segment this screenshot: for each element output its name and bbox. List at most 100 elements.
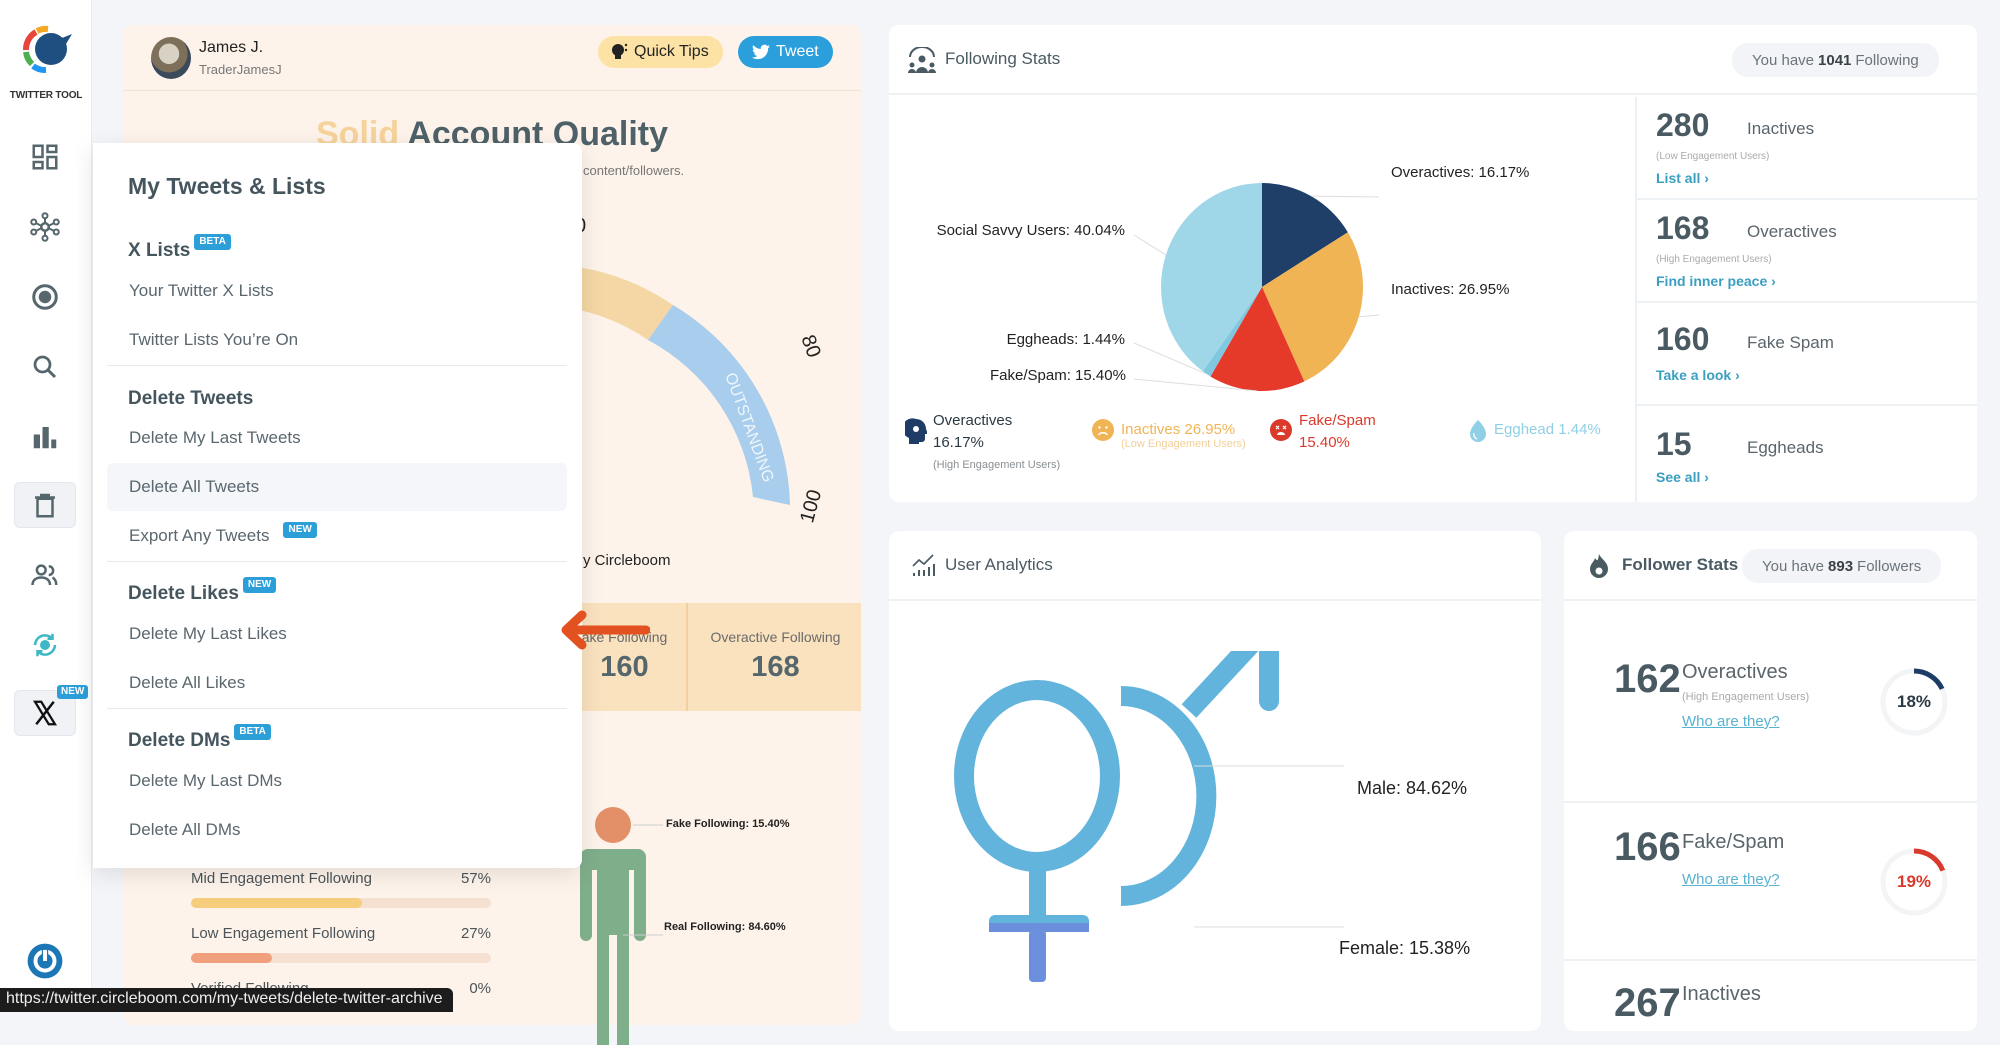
follower-row-inactives: 267 Inactives xyxy=(1564,961,1977,1031)
user-analytics-header: User Analytics xyxy=(889,531,1541,601)
female-label: Female: 15.38% xyxy=(1339,938,1471,958)
menu-item-your-x-lists[interactable]: Your Twitter X Lists xyxy=(107,267,567,315)
avatar[interactable] xyxy=(151,37,191,79)
menu-item-delete-all-tweets[interactable]: Delete All Tweets xyxy=(107,463,567,511)
take-a-look-link[interactable]: Take a look › xyxy=(1656,367,1740,383)
count-number: 168 xyxy=(1656,210,1710,246)
bar-percent: 0% xyxy=(469,980,491,997)
target-icon xyxy=(32,284,58,310)
stat-label: Overactive Following xyxy=(710,629,841,645)
following-count-eggheads: 15 Eggheads See all › xyxy=(1635,406,1977,502)
bar-track xyxy=(191,898,491,908)
menu-section-delete-dms: Delete DMs BETA xyxy=(128,724,271,752)
bar-chart-icon xyxy=(33,427,57,449)
circleboom-logo-icon[interactable] xyxy=(18,22,74,78)
twitter-bird-icon xyxy=(752,44,770,60)
legend-inactives: Inactives 26.95% (Low Engagement Users) xyxy=(1121,421,1246,450)
sidebar-item-users[interactable] xyxy=(14,552,76,598)
dashboard-icon xyxy=(32,144,58,170)
count-sub: (Low Engagement Users) xyxy=(1656,151,1770,162)
bar-track xyxy=(191,953,491,963)
dead-face-icon xyxy=(1270,419,1292,441)
status-bar-url: https://twitter.circleboom.com/my-tweets… xyxy=(0,988,453,1012)
find-inner-peace-link[interactable]: Find inner peace › xyxy=(1656,273,1776,289)
legend-eggheads: Egghead 1.44% xyxy=(1494,421,1601,438)
legend-value: 16.17% xyxy=(933,434,984,451)
account-header: James J. TraderJamesJ Quick Tips Tweet xyxy=(123,25,861,91)
menu-divider xyxy=(107,365,567,366)
bar-percent: 57% xyxy=(460,870,491,887)
who-are-they-link[interactable]: Who are they? xyxy=(1682,713,1780,730)
count-name: Inactives xyxy=(1747,119,1815,138)
pie-leader-line xyxy=(1133,234,1167,256)
menu-item-delete-last-tweets[interactable]: Delete My Last Tweets xyxy=(107,414,567,462)
follower-count: 893 xyxy=(1828,557,1854,575)
count-name: Eggheads xyxy=(1747,438,1824,457)
pie-label-fake-spam: Fake/Spam: 15.40% xyxy=(990,367,1126,384)
legend-fake-spam: Fake/Spam 15.40% xyxy=(1299,410,1376,454)
menu-item-delete-all-likes[interactable]: Delete All Likes xyxy=(107,659,567,707)
gauge-caption: y Circleboom xyxy=(583,552,671,569)
power-icon[interactable] xyxy=(26,942,64,980)
count-number: 160 xyxy=(1656,321,1710,357)
following-count-inactives: 280 Inactives (Low Engagement Users) Lis… xyxy=(1635,97,1977,200)
pill-prefix: You have xyxy=(1762,557,1825,575)
menu-section-delete-likes: Delete Likes NEW xyxy=(128,577,277,605)
my-tweets-lists-menu: My Tweets & Lists X Lists BETA Your Twitt… xyxy=(93,143,650,868)
sidebar-item-scheduler[interactable] xyxy=(14,622,76,668)
pie-label-inactives: Inactives: 26.95% xyxy=(1391,281,1510,298)
section-title: Delete Likes xyxy=(128,583,239,604)
list-all-link[interactable]: List all › xyxy=(1656,170,1709,186)
following-stats-title: Following Stats xyxy=(945,49,1061,68)
sidebar-item-target[interactable] xyxy=(14,274,76,320)
logo-text: TWITTER TOOL xyxy=(9,90,83,101)
follower-sub: (High Engagement Users) xyxy=(1682,691,1810,703)
menu-item-delete-all-dms[interactable]: Delete All DMs xyxy=(107,806,567,854)
count-name: Fake Spam xyxy=(1747,333,1834,352)
gender-symbol xyxy=(954,651,1344,982)
quick-tips-button[interactable]: Quick Tips xyxy=(598,36,723,68)
bar-label: Low Engagement Following xyxy=(191,925,376,942)
menu-item-export-tweets[interactable]: Export Any Tweets NEW xyxy=(107,512,567,560)
user-name: James J. xyxy=(199,39,264,56)
ring-percent: 19% xyxy=(1896,872,1932,891)
following-group-icon xyxy=(908,47,936,73)
network-icon xyxy=(30,212,60,242)
see-all-link[interactable]: See all › xyxy=(1656,469,1709,485)
follower-stats-card: Follower Stats You have 893 Followers 162 … xyxy=(1564,531,1977,1031)
fire-icon xyxy=(1590,554,1608,578)
who-are-they-link[interactable]: Who are they? xyxy=(1682,871,1780,888)
follower-category: Overactives xyxy=(1682,661,1788,683)
search-icon xyxy=(33,355,57,379)
legend-sub: (High Engagement Users) xyxy=(933,459,1061,471)
sidebar-item-search[interactable] xyxy=(14,344,76,390)
section-title: X Lists xyxy=(128,240,191,261)
sidebar-item-delete[interactable] xyxy=(14,482,76,528)
new-badge: NEW xyxy=(283,522,317,538)
menu-item-lists-youre-on[interactable]: Twitter Lists You’re On xyxy=(107,316,567,364)
menu-item-delete-last-likes[interactable]: Delete My Last Likes xyxy=(107,610,567,658)
menu-item-delete-last-dms[interactable]: Delete My Last DMs xyxy=(107,757,567,805)
analytics-chart-icon xyxy=(912,554,935,576)
male-symbol-ring xyxy=(1120,686,1217,906)
follower-number: 267 xyxy=(1614,981,1681,1025)
egg-icon xyxy=(1470,420,1486,442)
scheduler-icon xyxy=(33,633,57,657)
tweet-button[interactable]: Tweet xyxy=(738,36,833,68)
new-badge: NEW xyxy=(242,577,277,593)
follower-category: Inactives xyxy=(1682,983,1761,1005)
sidebar-item-x[interactable]: NEW xyxy=(14,685,89,736)
bar-fill xyxy=(191,953,272,963)
menu-divider xyxy=(107,561,567,562)
user-analytics-title: User Analytics xyxy=(945,555,1053,574)
follower-stats-title: Follower Stats xyxy=(1622,555,1739,574)
pie-label-eggheads: Eggheads: 1.44% xyxy=(1006,331,1125,348)
sidebar-item-analytics[interactable] xyxy=(14,414,76,460)
menu-section-delete-tweets: Delete Tweets xyxy=(128,388,254,409)
sidebar-item-network[interactable] xyxy=(14,204,76,250)
sidebar: TWITTER TOOL NEW xyxy=(0,0,92,1012)
tweet-label: Tweet xyxy=(776,43,819,60)
sidebar-item-dashboard[interactable] xyxy=(14,134,76,180)
quality-subtitle: content/followers. xyxy=(583,163,685,178)
beta-badge: BETA xyxy=(194,234,231,250)
